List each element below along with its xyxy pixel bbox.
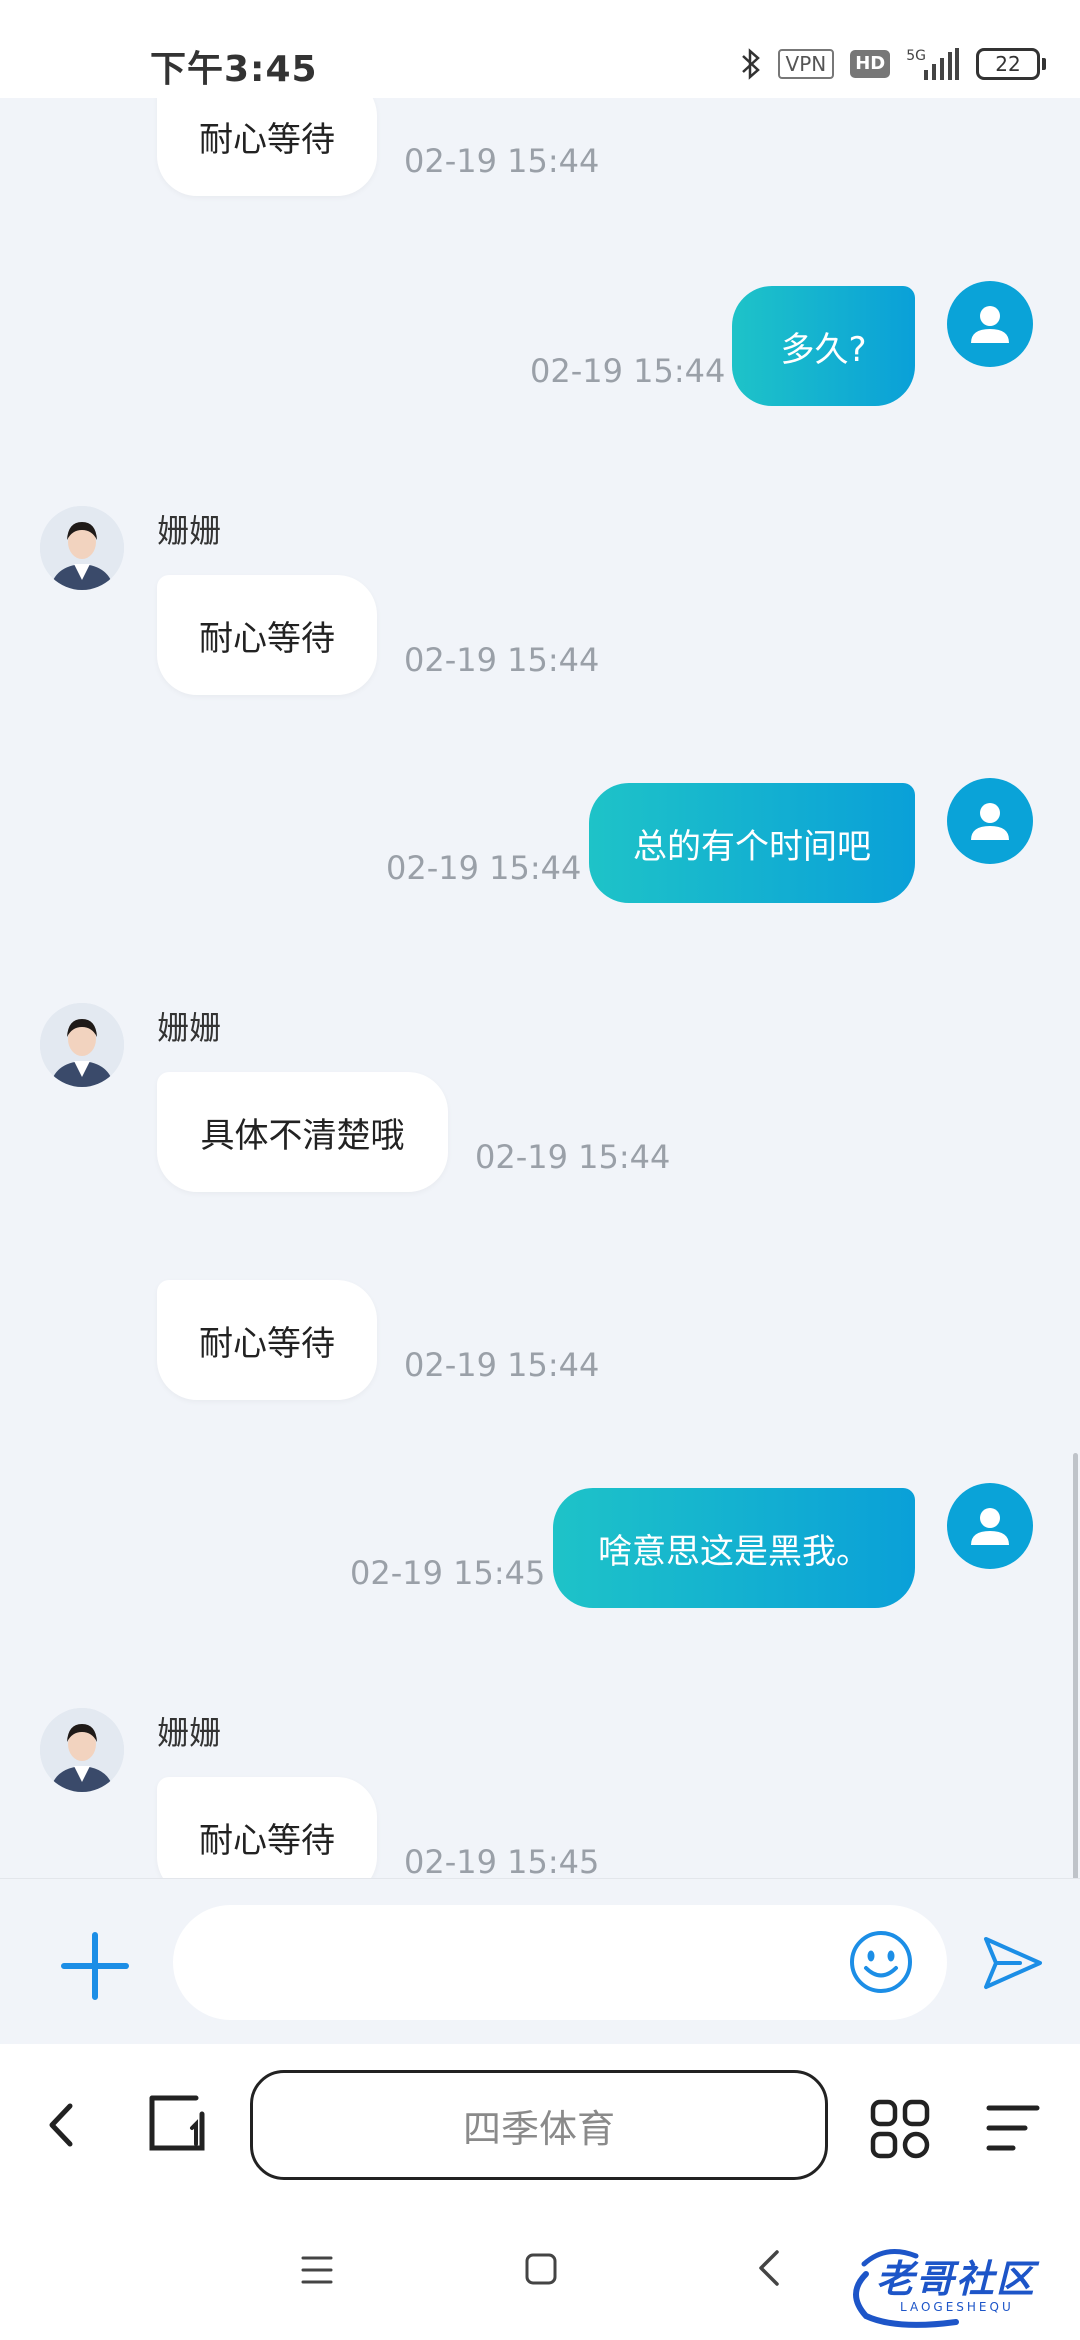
message-timestamp: 02-19 15:44	[404, 641, 600, 679]
user-avatar	[947, 1483, 1033, 1569]
bluetooth-icon	[741, 48, 760, 80]
tabs-button[interactable]	[146, 2094, 208, 2152]
sender-name: 姗姗	[157, 1714, 222, 1752]
address-bar[interactable]: 四季体育	[250, 2070, 828, 2180]
message-bubble-outgoing: 啥意思这是黑我。	[553, 1488, 915, 1608]
message-bubble-incoming: 耐心等待	[157, 98, 377, 196]
agent-avatar	[40, 506, 124, 590]
user-avatar	[947, 778, 1033, 864]
watermark-subtext: LAOGESHEQU	[900, 2300, 1014, 2314]
home-button[interactable]	[524, 2252, 558, 2286]
chevron-left-icon	[49, 2103, 73, 2147]
message-input[interactable]	[173, 1905, 947, 2020]
hamburger-icon	[301, 2256, 333, 2284]
browser-toolbar: 四季体育	[0, 2044, 1080, 2204]
message-text: 耐心等待	[199, 1323, 335, 1364]
system-nav-bar: 老哥社区 LAOGESHEQU	[0, 2204, 1080, 2340]
message-text: 耐心等待	[199, 119, 335, 160]
message-timestamp: 02-19 15:44	[404, 1346, 600, 1384]
apps-grid-button[interactable]	[870, 2099, 930, 2159]
recent-apps-button[interactable]	[300, 2252, 334, 2288]
browser-back-button[interactable]	[42, 2100, 82, 2150]
message-timestamp: 02-19 15:45	[404, 1843, 600, 1878]
message-bubble-incoming: 耐心等待	[157, 1777, 377, 1878]
grid-icon	[870, 2099, 930, 2159]
agent-portrait-icon	[40, 1708, 124, 1792]
battery-level: 22	[995, 52, 1021, 76]
system-back-button[interactable]	[756, 2248, 782, 2288]
message-text: 耐心等待	[199, 1820, 335, 1861]
watermark-logo: 老哥社区 LAOGESHEQU	[836, 2234, 1072, 2334]
network-type-label: 5G	[906, 48, 926, 64]
message-text: 总的有个时间吧	[633, 826, 871, 867]
message-bubble-incoming: 耐心等待	[157, 1280, 377, 1400]
message-timestamp: 02-19 15:44	[475, 1138, 671, 1176]
chat-scrollbar[interactable]	[1073, 1453, 1078, 1878]
user-avatar	[947, 281, 1033, 367]
vpn-badge: VPN	[777, 49, 835, 79]
user-icon	[971, 803, 1009, 840]
agent-portrait-icon	[40, 506, 124, 590]
smiley-icon	[850, 1931, 912, 1993]
watermark-text: 老哥社区	[876, 2257, 1037, 2301]
message-timestamp: 02-19 15:44	[404, 142, 600, 180]
status-icons: VPN HD 5G 22	[740, 42, 1046, 86]
battery-indicator: 22	[976, 48, 1046, 80]
message-text: 啥意思这是黑我。	[598, 1531, 870, 1572]
agent-avatar	[40, 1708, 124, 1792]
signal-icon	[924, 48, 959, 80]
emoji-button[interactable]	[848, 1929, 914, 1995]
message-text: 耐心等待	[199, 618, 335, 659]
message-timestamp: 02-19 15:44	[386, 849, 582, 887]
status-time: 下午3:45	[150, 49, 318, 90]
menu-lines-icon	[986, 2105, 1040, 2151]
user-icon	[971, 1508, 1009, 1545]
back-chevron-icon	[759, 2250, 779, 2286]
plus-icon	[61, 1932, 129, 2000]
signal-group: 5G	[906, 48, 960, 80]
user-icon	[971, 306, 1009, 343]
message-bubble-incoming: 耐心等待	[157, 575, 377, 695]
message-text: 多久?	[780, 329, 867, 370]
send-button[interactable]	[980, 1933, 1044, 1993]
sender-name: 姗姗	[157, 1009, 222, 1047]
message-text: 具体不清楚哦	[200, 1115, 405, 1156]
message-input-bar	[0, 1878, 1080, 2045]
add-attachment-button[interactable]	[58, 1929, 132, 2003]
agent-portrait-icon	[40, 1003, 124, 1087]
message-bubble-incoming: 具体不清楚哦	[157, 1072, 448, 1192]
home-square-icon	[525, 2253, 557, 2285]
browser-menu-button[interactable]	[985, 2102, 1041, 2154]
message-bubble-outgoing: 多久?	[732, 286, 915, 406]
status-bar: 下午3:45 VPN HD 5G 22	[0, 0, 1080, 98]
message-timestamp: 02-19 15:45	[350, 1554, 546, 1592]
chat-area[interactable]: 耐心等待 02-19 15:44 多久? 02-19 15:44 姗姗 耐心等待…	[0, 98, 1080, 1878]
agent-avatar	[40, 1003, 124, 1087]
message-bubble-outgoing: 总的有个时间吧	[589, 783, 915, 903]
sender-name: 姗姗	[157, 512, 222, 550]
hd-badge: HD	[850, 50, 891, 78]
message-timestamp: 02-19 15:44	[530, 352, 726, 390]
